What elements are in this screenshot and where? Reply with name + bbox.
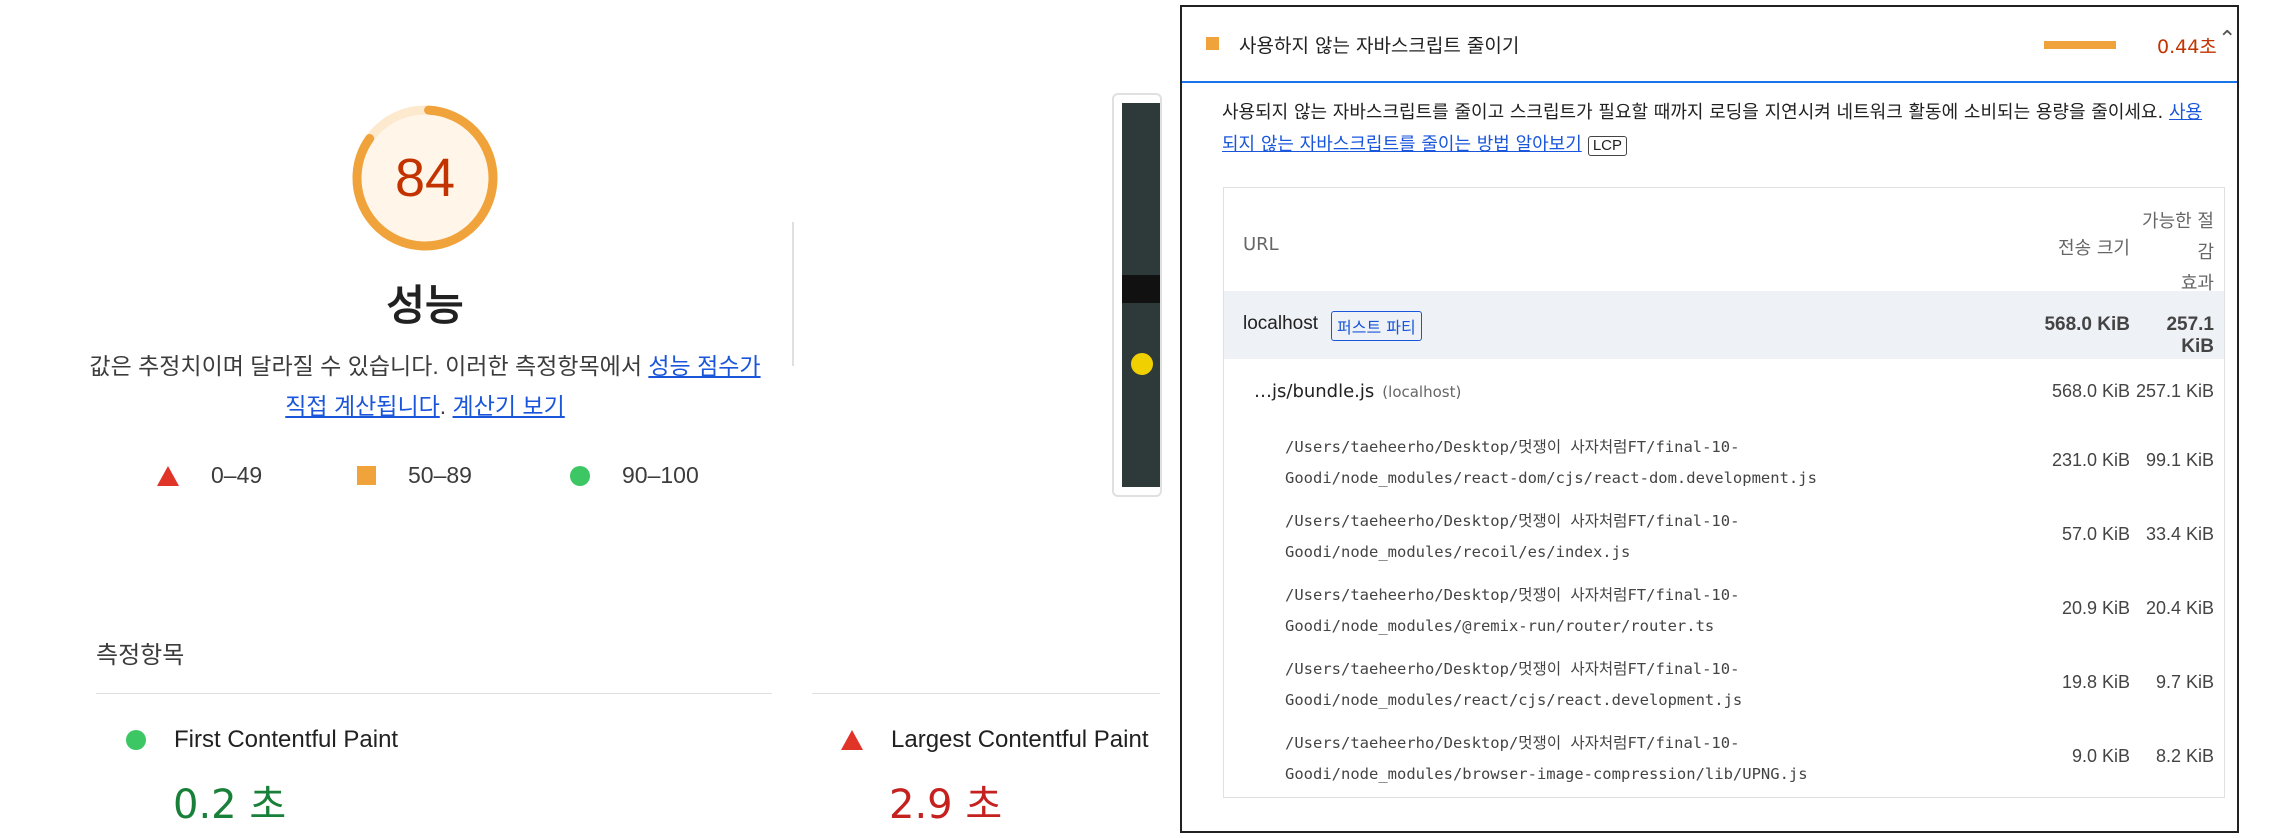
divider bbox=[96, 693, 772, 694]
calculator-link[interactable]: 계산기 보기 bbox=[453, 393, 565, 419]
audit-description: 사용되지 않는 자바스크립트를 줄이고 스크립트가 필요할 때까지 로딩을 지연… bbox=[1222, 97, 2212, 161]
row-savings: 8.2 KiB bbox=[2155, 746, 2214, 766]
row-url-line2: Goodi/node_modules/recoil/es/index.js bbox=[1285, 543, 1631, 561]
legend-label: 0–49 bbox=[211, 462, 263, 488]
circle-icon bbox=[126, 730, 146, 750]
metric-value: 2.9 초 bbox=[889, 782, 1003, 828]
table-row: …js/bundle.js (localhost) 568.0 KiB 257.1… bbox=[1224, 381, 2224, 411]
audit-header[interactable]: 사용하지 않는 자바스크립트 줄이기 0.44초 ⌃ bbox=[1182, 7, 2237, 83]
square-icon bbox=[357, 466, 376, 485]
legend-item-average: 50–89 bbox=[357, 462, 472, 489]
legend-item-fail: 0–49 bbox=[157, 462, 262, 489]
circle-icon bbox=[570, 465, 590, 486]
description-separator: . bbox=[439, 393, 453, 419]
metric-name: First Contentful Paint bbox=[174, 726, 399, 753]
row-url-line2: Goodi/node_modules/react/cjs/react.devel… bbox=[1285, 691, 1743, 709]
row-url-line2: Goodi/node_modules/@remix-run/router/rou… bbox=[1285, 617, 1715, 635]
row-size: 9.0 KiB bbox=[2071, 746, 2130, 766]
column-header-size: 전송 크기 bbox=[2058, 238, 2130, 259]
chevron-up-icon[interactable]: ⌃ bbox=[2218, 27, 2236, 52]
row-size: 231.0 KiB bbox=[2051, 450, 2130, 470]
score-legend: 0–49 50–89 90–100 bbox=[0, 462, 800, 494]
lcp-tag: LCP bbox=[1587, 136, 1627, 156]
row-size: 568.0 KiB bbox=[2051, 381, 2130, 401]
first-party-badge: 퍼스트 파티 bbox=[1331, 311, 1422, 341]
row-url: /Users/taeheerho/Desktop/멋쟁이 사자처럼FT/fina… bbox=[1285, 654, 1742, 716]
legend-label: 90–100 bbox=[622, 462, 699, 488]
score-description: 값은 추정치이며 달라질 수 있습니다. 이러한 측정항목에서 성능 점수가 직… bbox=[80, 346, 770, 426]
thumbnail-bar bbox=[1122, 275, 1160, 303]
group-host: localhost bbox=[1243, 313, 1318, 334]
audit-title: 사용하지 않는 자바스크립트 줄이기 bbox=[1239, 35, 1520, 57]
row-url-line1: /Users/taeheerho/Desktop/멋쟁이 사자처럼FT/fina… bbox=[1285, 512, 1740, 530]
score-value: 84 bbox=[394, 148, 456, 208]
row-url: /Users/taeheerho/Desktop/멋쟁이 사자처럼FT/fina… bbox=[1285, 580, 1739, 642]
metric-lcp: Largest Contentful Paint 2.9 초 bbox=[841, 726, 1149, 830]
bundle-name: …js/bundle.js (localhost) bbox=[1254, 381, 1461, 402]
column-header-savings-line1: 가능한 절감 bbox=[2142, 211, 2214, 263]
audit-table: URL 전송 크기 가능한 절감 효과 localhost 퍼스트 파티 568… bbox=[1223, 187, 2225, 798]
row-url-line1: /Users/taeheerho/Desktop/멋쟁이 사자처럼FT/fina… bbox=[1285, 586, 1740, 604]
group-size: 568.0 KiB bbox=[2044, 314, 2130, 335]
bundle-host: (localhost) bbox=[1382, 383, 1462, 401]
legend-item-pass: 90–100 bbox=[570, 462, 699, 489]
table-group-row: localhost 퍼스트 파티 568.0 KiB 257.1 KiB bbox=[1224, 291, 2224, 359]
column-header-savings: 가능한 절감 효과 bbox=[2134, 206, 2214, 299]
row-url-line1: /Users/taeheerho/Desktop/멋쟁이 사자처럼FT/fina… bbox=[1285, 660, 1740, 678]
metric-name: Largest Contentful Paint bbox=[891, 726, 1149, 753]
row-url-line2: Goodi/node_modules/browser-image-compres… bbox=[1285, 765, 1808, 783]
legend-label: 50–89 bbox=[408, 462, 472, 488]
square-icon bbox=[1206, 37, 1219, 50]
group-savings: 257.1 KiB bbox=[2166, 314, 2214, 357]
audit-description-text: 사용되지 않는 자바스크립트를 줄이고 스크립트가 필요할 때까지 로딩을 지연… bbox=[1222, 102, 2169, 123]
audit-savings: 0.44초 bbox=[2157, 36, 2217, 58]
metric-fcp: First Contentful Paint 0.2 초 bbox=[126, 726, 398, 830]
category-title: 성능 bbox=[386, 281, 464, 330]
row-savings: 20.4 KiB bbox=[2145, 598, 2214, 618]
row-url-line1: /Users/taeheerho/Desktop/멋쟁이 사자처럼FT/fina… bbox=[1285, 438, 1740, 456]
divider bbox=[792, 222, 794, 366]
triangle-icon bbox=[157, 465, 179, 486]
row-savings: 9.7 KiB bbox=[2155, 672, 2214, 692]
metric-value: 0.2 초 bbox=[173, 782, 287, 828]
row-url: /Users/taeheerho/Desktop/멋쟁이 사자처럼FT/fina… bbox=[1285, 728, 1808, 790]
bundle-file: …js/bundle.js bbox=[1254, 381, 1375, 402]
savings-bar bbox=[2044, 41, 2116, 49]
row-url-line2: Goodi/node_modules/react-dom/cjs/react-d… bbox=[1285, 469, 1817, 487]
audit-panel: 사용하지 않는 자바스크립트 줄이기 0.44초 ⌃ 사용되지 않는 자바스크립… bbox=[1180, 5, 2239, 833]
performance-summary: 84 성능 값은 추정치이며 달라질 수 있습니다. 이러한 측정항목에서 성능… bbox=[0, 0, 1162, 838]
row-savings: 33.4 KiB bbox=[2145, 524, 2214, 544]
thumbnail-marker bbox=[1128, 350, 1156, 378]
row-savings: 257.1 KiB bbox=[2135, 381, 2214, 401]
row-size: 19.8 KiB bbox=[2061, 672, 2130, 692]
row-url: /Users/taeheerho/Desktop/멋쟁이 사자처럼FT/fina… bbox=[1285, 506, 1739, 568]
row-url: /Users/taeheerho/Desktop/멋쟁이 사자처럼FT/fina… bbox=[1285, 432, 1817, 494]
divider bbox=[812, 693, 1160, 694]
row-size: 20.9 KiB bbox=[2061, 598, 2130, 618]
column-header-url: URL bbox=[1243, 234, 1279, 255]
triangle-icon bbox=[841, 730, 863, 750]
row-url-line1: /Users/taeheerho/Desktop/멋쟁이 사자처럼FT/fina… bbox=[1285, 734, 1740, 752]
score-gauge: 84 bbox=[350, 103, 500, 253]
screenshot-thumbnail[interactable] bbox=[1112, 93, 1162, 497]
description-text: 값은 추정치이며 달라질 수 있습니다. 이러한 측정항목에서 bbox=[89, 353, 649, 379]
metrics-title: 측정항목 bbox=[96, 641, 185, 669]
row-savings: 99.1 KiB bbox=[2145, 450, 2214, 470]
row-size: 57.0 KiB bbox=[2061, 524, 2130, 544]
